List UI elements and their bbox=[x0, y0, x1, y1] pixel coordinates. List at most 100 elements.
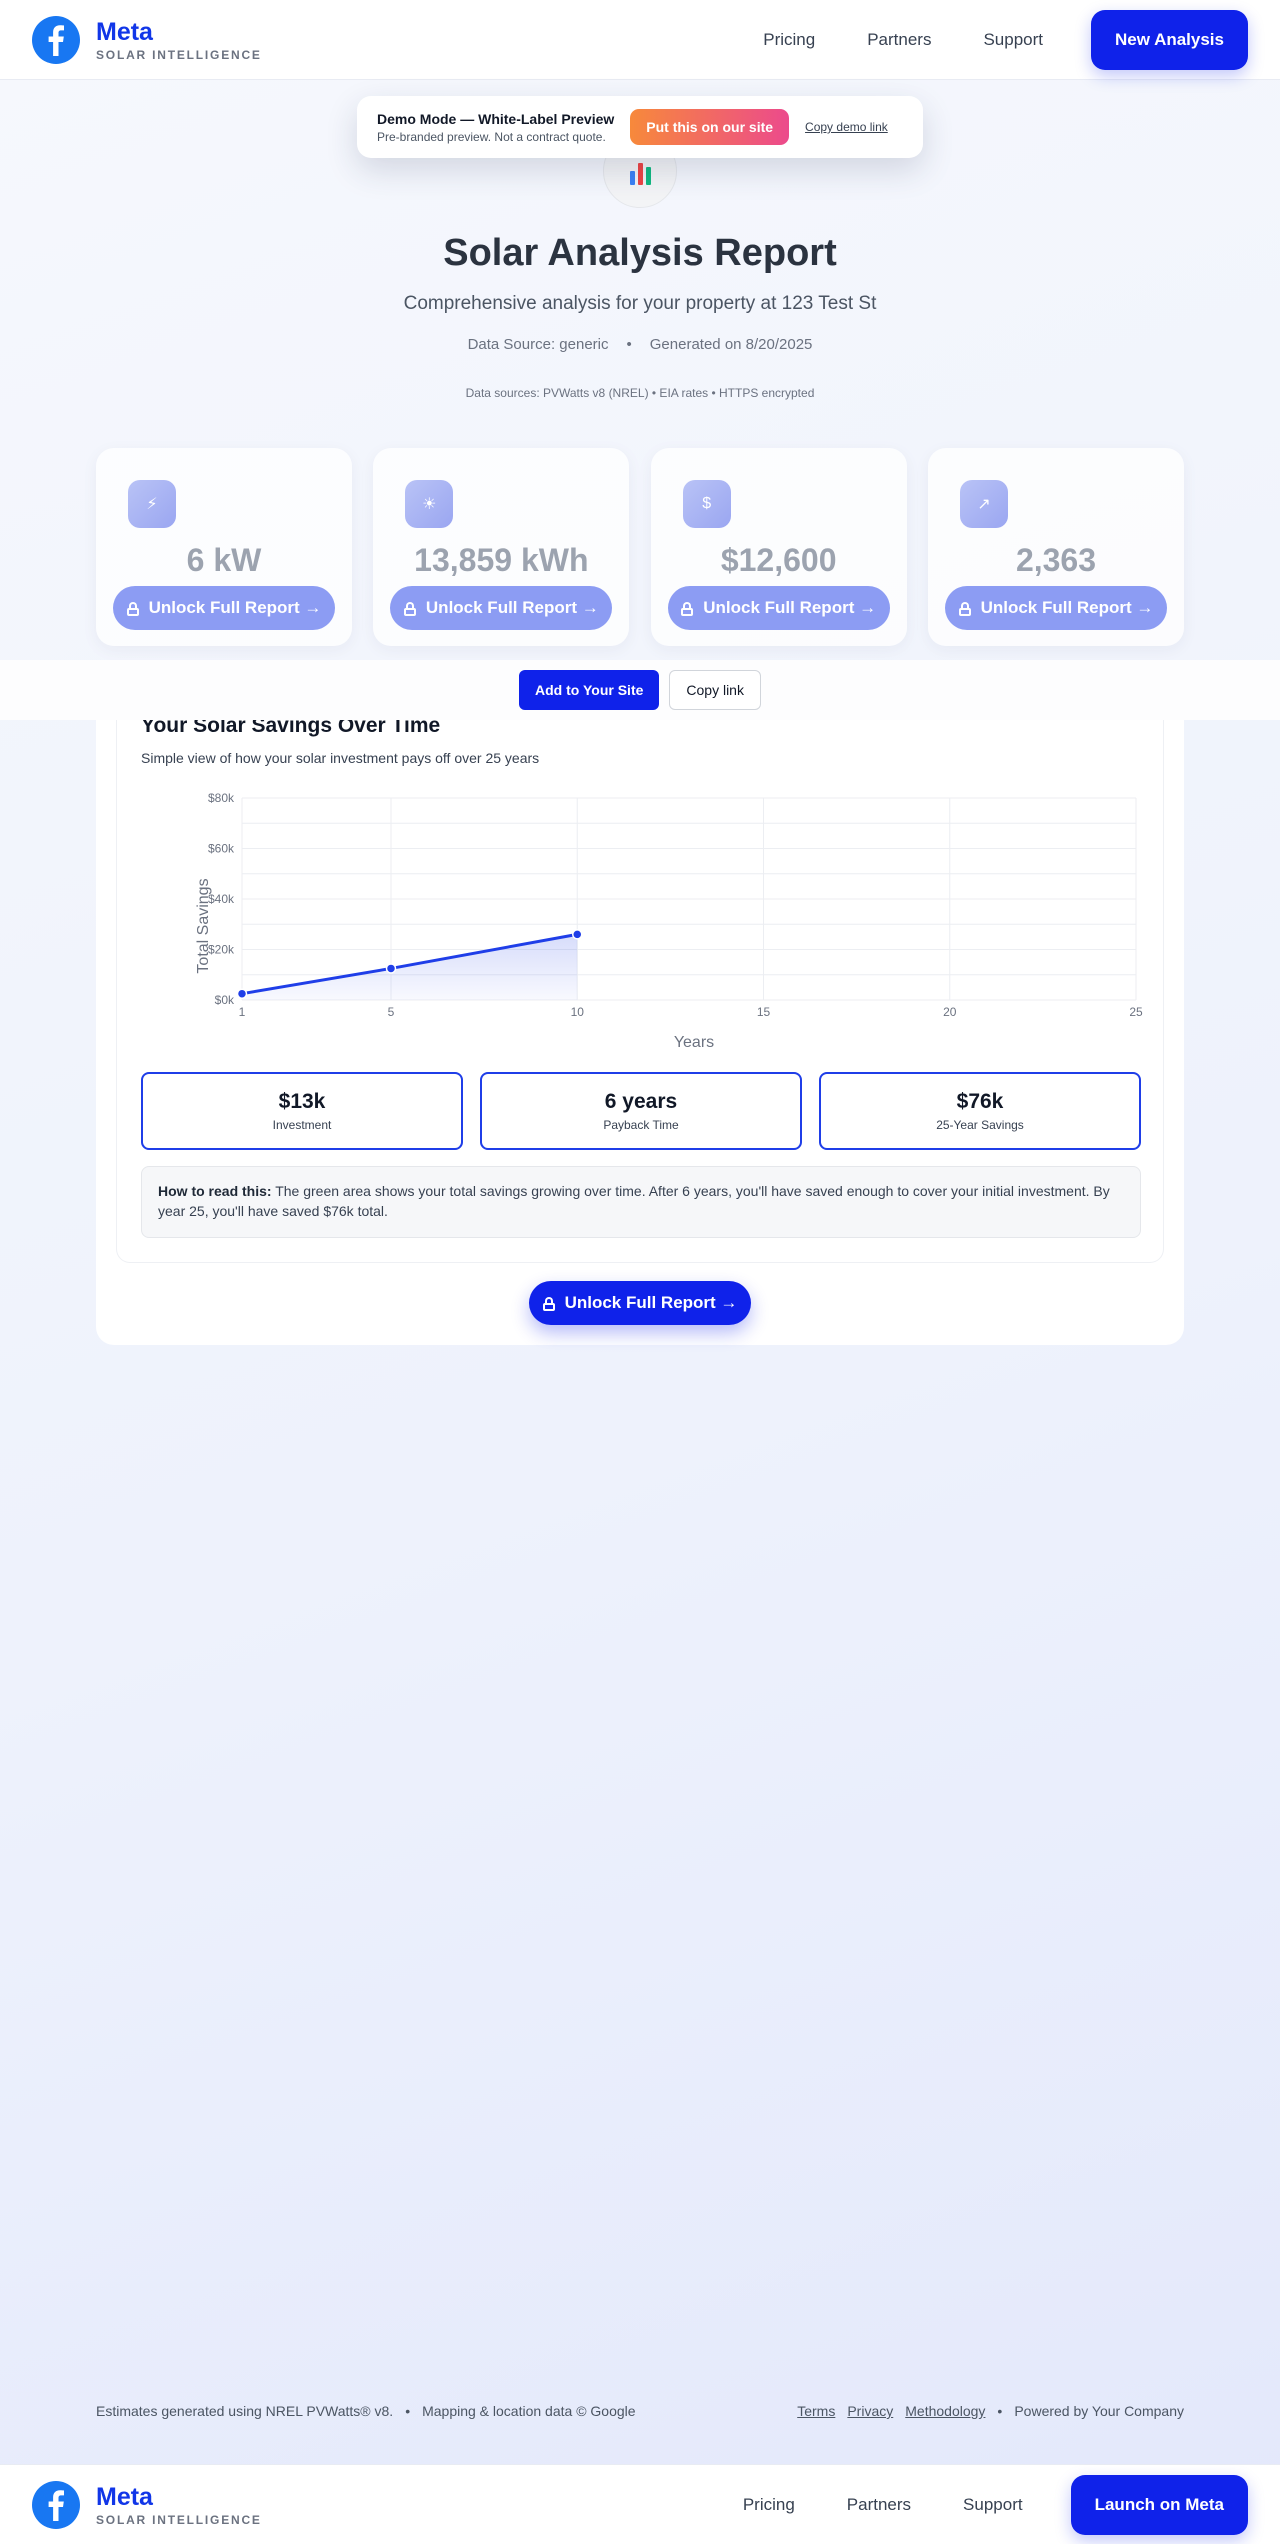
unlock-report-button[interactable]: Unlock Full Report → bbox=[667, 586, 890, 630]
brand-name: Meta bbox=[96, 17, 153, 46]
y-tick-label: $80k bbox=[208, 791, 235, 805]
metric-value: 13,859 kWh bbox=[414, 542, 589, 578]
stat-payback: 6 years Payback Time bbox=[480, 1072, 802, 1150]
how-to-read-label: How to read this: bbox=[158, 1183, 272, 1199]
unlock-report-button-main[interactable]: Unlock Full Report → bbox=[529, 1281, 751, 1325]
separator-dot: • bbox=[405, 2403, 411, 2419]
metric-card-annual-production: ☀ 13,859 kWh Unlock Full Report → bbox=[373, 448, 630, 646]
methodology-link[interactable]: Methodology bbox=[905, 2403, 985, 2419]
embed-action-bar: Add to Your Site Copy link bbox=[0, 660, 1280, 720]
demo-banner-subtitle: Pre-branded preview. Not a contract quot… bbox=[377, 129, 606, 144]
brand[interactable]: Meta SOLAR INTELLIGENCE bbox=[32, 2480, 262, 2529]
nav-partners[interactable]: Partners bbox=[867, 30, 931, 50]
footer-links: Terms Privacy Methodology • Powered by Y… bbox=[785, 2403, 1184, 2419]
trend-chart-icon: ↗ bbox=[959, 480, 1008, 528]
nav-support[interactable]: Support bbox=[983, 30, 1043, 50]
sun-icon: ☀ bbox=[405, 480, 454, 528]
x-tick-label: 25 bbox=[1129, 1005, 1143, 1019]
add-to-site-button[interactable]: Add to Your Site bbox=[519, 670, 660, 710]
page-footer: Estimates generated using NREL PVWatts® … bbox=[96, 2403, 1184, 2419]
stat-label: Payback Time bbox=[603, 1118, 679, 1132]
demo-mode-banner: Demo Mode — White-Label Preview Pre-bran… bbox=[357, 96, 923, 158]
unlock-button-label: Unlock Full Report → bbox=[703, 598, 877, 617]
lock-icon bbox=[958, 601, 971, 616]
brand-tagline: SOLAR INTELLIGENCE bbox=[96, 47, 262, 62]
summary-stats: $13k Investment 6 years Payback Time $76… bbox=[141, 1072, 1141, 1150]
nav-support[interactable]: Support bbox=[963, 2495, 1023, 2515]
lock-icon bbox=[126, 601, 139, 616]
lock-icon bbox=[542, 1296, 555, 1311]
data-point[interactable] bbox=[236, 988, 248, 999]
y-tick-label: $60k bbox=[208, 842, 235, 856]
separator-dot: • bbox=[997, 2403, 1003, 2419]
data-point[interactable] bbox=[572, 929, 583, 940]
metric-value: 2,363 bbox=[1015, 542, 1097, 578]
generated-date: Generated on 8/20/2025 bbox=[649, 336, 813, 353]
report-meta: Data Source: generic • Generated on 8/20… bbox=[0, 336, 1280, 353]
separator-dot: • bbox=[626, 336, 632, 353]
stat-label: Investment bbox=[272, 1118, 332, 1132]
y-axis-label: Total Savings bbox=[195, 878, 212, 973]
x-tick-label: 5 bbox=[388, 1005, 395, 1019]
brand[interactable]: Meta SOLAR INTELLIGENCE bbox=[32, 15, 262, 64]
bottom-nav: Pricing Partners Support Launch on Meta bbox=[691, 2474, 1248, 2535]
y-tick-label: $20k bbox=[208, 943, 235, 957]
y-tick-label: $0k bbox=[215, 993, 235, 1007]
stat-25-year-savings: $76k 25-Year Savings bbox=[819, 1072, 1141, 1150]
stat-label: 25-Year Savings bbox=[936, 1118, 1024, 1132]
copy-demo-link[interactable]: Copy demo link bbox=[805, 120, 888, 134]
data-point[interactable] bbox=[385, 963, 397, 974]
metric-cards: ⚡ 6 kW Unlock Full Report → ☀ 13,859 kWh… bbox=[96, 448, 1184, 646]
lock-icon bbox=[403, 601, 416, 616]
pvwatts-attribution: Estimates generated using NREL PVWatts® … bbox=[96, 2403, 394, 2419]
facebook-logo-icon bbox=[32, 2480, 80, 2529]
metric-value: 6 kW bbox=[186, 542, 262, 578]
unlock-button-label: Unlock Full Report → bbox=[148, 598, 322, 617]
stat-value: 6 years bbox=[604, 1090, 678, 1113]
top-navbar: Meta SOLAR INTELLIGENCE Pricing Partners… bbox=[0, 0, 1280, 80]
bottom-navbar: Meta SOLAR INTELLIGENCE Pricing Partners… bbox=[0, 2464, 1280, 2544]
lock-icon bbox=[681, 601, 694, 616]
money-icon: $ bbox=[682, 480, 731, 528]
metric-card-cost: $ $12,600 Unlock Full Report → bbox=[650, 448, 907, 646]
page-subtitle: Comprehensive analysis for your property… bbox=[403, 293, 877, 314]
unlock-button-label: Unlock Full Report → bbox=[564, 1293, 738, 1312]
new-analysis-button[interactable]: New Analysis bbox=[1091, 9, 1248, 70]
how-to-read-text: The green area shows your total savings … bbox=[158, 1183, 1110, 1219]
report-panel: Your Solar Savings Over Time Simple view… bbox=[96, 700, 1184, 1345]
lightning-icon: ⚡ bbox=[128, 480, 176, 528]
savings-chart-card: Your Solar Savings Over Time Simple view… bbox=[116, 700, 1164, 1263]
nav-pricing[interactable]: Pricing bbox=[763, 30, 815, 50]
privacy-link[interactable]: Privacy bbox=[847, 2403, 893, 2419]
data-sources-note: Data sources: PVWatts v8 (NREL) • EIA ra… bbox=[465, 386, 815, 400]
copy-link-button[interactable]: Copy link bbox=[669, 670, 761, 710]
unlock-report-button[interactable]: Unlock Full Report → bbox=[944, 586, 1167, 630]
unlock-report-button[interactable]: Unlock Full Report → bbox=[113, 586, 335, 630]
brand-name: Meta bbox=[96, 2482, 153, 2511]
stat-value: $76k bbox=[956, 1090, 1004, 1113]
x-tick-label: 1 bbox=[239, 1005, 246, 1019]
unlock-report-button[interactable]: Unlock Full Report → bbox=[390, 586, 613, 630]
chart-subtitle: Simple view of how your solar investment… bbox=[141, 750, 540, 766]
main-nav: Pricing Partners Support New Analysis bbox=[711, 9, 1248, 70]
x-tick-label: 10 bbox=[571, 1005, 585, 1019]
how-to-read-note: How to read this: The green area shows y… bbox=[141, 1166, 1141, 1238]
powered-by: Powered by Your Company bbox=[1014, 2403, 1184, 2419]
unlock-button-label: Unlock Full Report → bbox=[425, 598, 599, 617]
put-on-site-button[interactable]: Put this on our site bbox=[630, 109, 790, 145]
nav-pricing[interactable]: Pricing bbox=[743, 2495, 795, 2515]
demo-banner-title: Demo Mode — White-Label Preview bbox=[377, 110, 615, 127]
metric-value: $12,600 bbox=[720, 542, 837, 578]
data-source-label: Data Source: generic bbox=[467, 336, 609, 353]
nav-partners[interactable]: Partners bbox=[847, 2495, 911, 2515]
facebook-logo-icon bbox=[32, 15, 80, 64]
google-attribution: Mapping & location data © Google bbox=[422, 2403, 636, 2419]
savings-chart: $0k$20k$40k$60k$80k1 5 10 15 20 25 Years Tota… bbox=[195, 791, 1143, 1051]
x-tick-label: 15 bbox=[757, 1005, 771, 1019]
terms-link[interactable]: Terms bbox=[797, 2403, 835, 2419]
stat-value: $13k bbox=[278, 1090, 326, 1113]
metric-card-savings: ↗ 2,363 Unlock Full Report → bbox=[927, 448, 1184, 646]
brand-tagline: SOLAR INTELLIGENCE bbox=[96, 2512, 262, 2527]
x-axis-label: Years bbox=[674, 1034, 714, 1051]
launch-button[interactable]: Launch on Meta bbox=[1070, 2474, 1248, 2535]
